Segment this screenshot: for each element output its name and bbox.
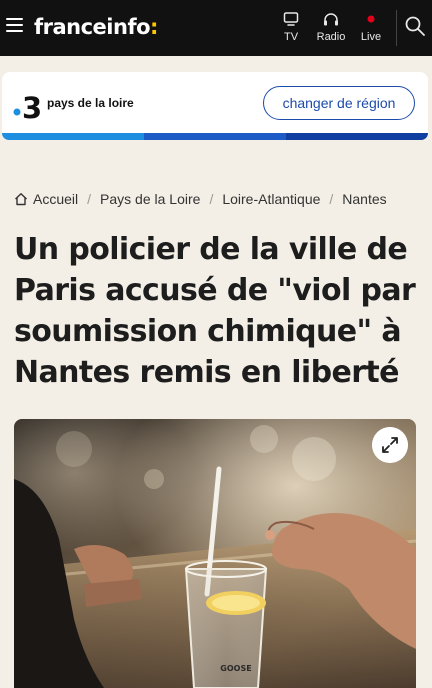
live-dot-icon bbox=[367, 15, 375, 23]
hamburger-menu-icon[interactable] bbox=[6, 18, 23, 32]
nav-live[interactable]: Live bbox=[356, 9, 386, 49]
nav-tv[interactable]: TV bbox=[279, 9, 303, 49]
header-divider bbox=[396, 10, 397, 46]
breadcrumb-accueil[interactable]: Accueil bbox=[33, 191, 78, 207]
svg-text:3: 3 bbox=[22, 92, 42, 122]
top-header: franceinfo: TV Radio Live bbox=[0, 0, 432, 56]
breadcrumb-separator: / bbox=[329, 191, 334, 207]
glass-print-text: GOOSE bbox=[220, 664, 251, 673]
article-photo[interactable]: GOOSE bbox=[14, 419, 416, 688]
breadcrumb-nantes[interactable]: Nantes bbox=[342, 191, 386, 207]
breadcrumb-loire-atlantique[interactable]: Loire-Atlantique bbox=[222, 191, 320, 207]
strip-segment-3 bbox=[286, 133, 428, 140]
expand-image-icon[interactable] bbox=[372, 427, 408, 463]
region-color-strip bbox=[2, 133, 428, 140]
nav-radio-label: Radio bbox=[316, 31, 346, 43]
breadcrumb-pays-de-la-loire[interactable]: Pays de la Loire bbox=[100, 191, 200, 207]
nav-tv-label: TV bbox=[283, 31, 299, 43]
article-title: Un policier de la ville de Paris accusé … bbox=[14, 232, 416, 390]
bar-scene-illustration: GOOSE bbox=[14, 419, 416, 688]
breadcrumb: Accueil / Pays de la Loire / Loire-Atlan… bbox=[14, 189, 387, 209]
nav-radio[interactable]: Radio bbox=[311, 9, 351, 49]
franceinfo-logo[interactable]: franceinfo: bbox=[34, 13, 158, 41]
strip-segment-1 bbox=[2, 133, 144, 140]
headphones-icon bbox=[324, 13, 338, 26]
breadcrumb-separator: / bbox=[209, 191, 214, 207]
tv-icon bbox=[283, 12, 299, 26]
france3-logo[interactable]: 3 bbox=[13, 92, 45, 122]
region-name: pays de la loire bbox=[47, 96, 134, 110]
strip-segment-2 bbox=[144, 133, 286, 140]
breadcrumb-separator: / bbox=[87, 191, 92, 207]
search-icon[interactable] bbox=[404, 15, 426, 37]
home-icon[interactable] bbox=[14, 192, 28, 206]
nav-live-label: Live bbox=[360, 31, 382, 43]
change-region-button[interactable]: changer de région bbox=[263, 86, 415, 120]
